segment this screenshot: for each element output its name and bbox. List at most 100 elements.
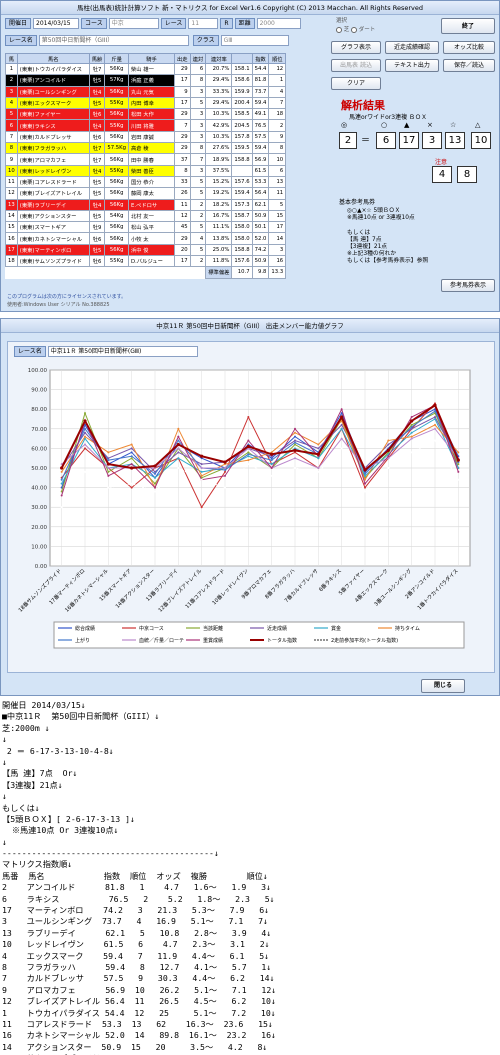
cell-name: (東東)カネトシマーシャル <box>16 232 90 245</box>
answer-box: 6 <box>376 132 396 149</box>
cell-rank: 16 <box>268 255 287 268</box>
data-point <box>107 467 110 469</box>
table-row[interactable]: 5 (東東)ファイヤー 牡6 56Kg 松田 大作 29 3 10.3% 158.5 49.1 18 <box>5 108 287 121</box>
mark-label: ▲ <box>404 121 410 129</box>
ref-line: もしくは【参考馬券表示】参照 <box>347 258 429 265</box>
data-point <box>200 467 203 469</box>
course-select[interactable]: 中京 <box>108 18 159 29</box>
cell-runs: 45 <box>174 221 191 234</box>
cell-rate: 29.4% <box>205 74 233 87</box>
std-value: 10.7 <box>231 266 253 279</box>
cell-kg: 54Kg <box>104 209 129 223</box>
data-point <box>364 486 366 489</box>
cell-age: 牡4 <box>88 119 106 132</box>
odds-button[interactable]: オッズ比較 <box>443 41 495 54</box>
dirt-radio[interactable] <box>351 26 358 33</box>
cell-no: 11 <box>5 175 18 189</box>
data-point <box>224 474 226 477</box>
graph-button[interactable]: グラフ表示 <box>331 41 381 54</box>
table-row[interactable]: 15 (東東)スマートギア 牡9 56Kg 松山 弘平 45 5 11.1% 158.0 50.1… <box>5 221 287 234</box>
y-tick-label: 30.00 <box>31 505 47 511</box>
cell-jockey: 田中 勝春 <box>128 153 175 166</box>
text-line: 【5頭ＢＯＸ】[ 2-6-17-3-13 ]↓ <box>2 813 135 824</box>
cell-age: 牡5 <box>88 187 106 200</box>
data-point <box>294 439 296 442</box>
data-point <box>130 466 134 470</box>
table-row[interactable]: 7 (東東)カルドブレッサ 牡6 56Kg 岩田 康誠 29 3 10.3% 157.8 57.5… <box>5 130 287 144</box>
data-point <box>224 467 226 469</box>
table-row[interactable]: 2 (東栗)アンコイルド 牡5 57Kg 浜庭 正義 17 8 29.4% 158.6 81.8 1 <box>5 74 287 87</box>
class-select[interactable]: GⅢ <box>220 35 289 46</box>
read-horses-button[interactable]: 出馬表 読込 <box>331 59 381 72</box>
close-button[interactable]: 閉じる <box>421 679 465 693</box>
cell-no: 10 <box>5 164 18 177</box>
end-button[interactable]: 終了 <box>441 18 495 34</box>
data-point <box>293 448 297 452</box>
cell-rank: 9 <box>268 130 287 144</box>
recent-button[interactable]: 近走成績確認 <box>385 41 439 54</box>
date-field[interactable]: 2014/03/15 <box>33 18 80 29</box>
text-output-button[interactable]: テキスト出力 <box>385 59 439 72</box>
cell-kg: 55Kg <box>104 164 129 177</box>
cell-kg: 56Kg <box>104 85 129 98</box>
data-point <box>60 470 63 473</box>
cell-age: 牡5 <box>88 175 106 189</box>
table-row[interactable]: 4 (東東)エックスマーク 牡5 55Kg 内田 博幸 17 5 29.4% 200.4 59.4… <box>5 96 287 110</box>
cell-index: 73.7 <box>251 85 270 98</box>
data-point <box>364 490 366 493</box>
cell-name: (東東)フラガラッハ <box>16 142 90 155</box>
table-row[interactable]: 3 (東栗)ユールシンギング 牡4 56Kg 丸山 元気 9 3 33.3% 159.9 73.7… <box>5 85 287 98</box>
cell-kg: 57Kg <box>104 74 129 87</box>
table-row[interactable]: 10 (東東)レッドレイヴン 牡4 55Kg 柴田 善臣 8 3 37.5% 61.5 6 <box>5 164 287 177</box>
ref-show-button[interactable]: 参考馬券表示 <box>441 279 495 292</box>
race-number-select[interactable]: 11 <box>188 18 219 29</box>
table-row[interactable]: 18 (東東)サムソンズプライド 牡6 55Kg D.バルジュー 17 2 11.8% 157.… <box>5 255 287 268</box>
cell-age: 牡6 <box>88 255 106 268</box>
cell-wins: 3 <box>189 164 207 177</box>
text-line: 11 コアレスドラード 53.3 13 62 16.3～ 23.6 15↓ <box>2 1018 273 1029</box>
data-point <box>434 427 436 430</box>
std-row: 標準偏差 10.7 9.8 13.3 <box>6 266 287 279</box>
cell-rate: 16.7% <box>205 209 233 223</box>
horse-table: 馬 馬名 馬齢 斤量 騎手 出走 連対 連対率 指数 順位 1 (東東)トウカイパ… <box>5 53 287 279</box>
cell-rate: 18.9% <box>205 153 233 166</box>
cell-rank: 18 <box>268 108 287 121</box>
y-tick-label: 50.00 <box>31 466 47 472</box>
data-point <box>434 418 436 420</box>
cell-name: (東東)カルドブレッサ <box>16 130 90 144</box>
data-point <box>200 478 203 481</box>
table-row[interactable]: 17 (東東)マーティンボロ 牡5 56Kg 浜中 俊 20 5 25.0% 158.8 74.2… <box>5 243 287 257</box>
cell-rank: 12 <box>268 62 287 76</box>
table-row[interactable]: 14 (東東)アクションスター 牡5 54Kg 北村 友一 12 2 16.7% 158.7 50… <box>5 209 287 223</box>
table-row[interactable]: 9 (東東)アロマカフェ 牡7 56Kg 田中 勝春 37 7 18.9% 158.8 56.9 1… <box>5 153 287 166</box>
text-line: 2 ＝ 6-17-3-13-10-4-8↓ <box>2 745 114 756</box>
distance-select[interactable]: 2000 <box>256 18 301 29</box>
table-row[interactable]: 13 (東栗)ラブリーデイ 牡4 56Kg E.ペドロサ 11 2 18.2% 157.3 62.… <box>5 198 287 211</box>
table-row[interactable]: 6 (東東)ラキシス 牡4 55Kg 川田 将雅 7 3 42.9% 204.5 76.5 2 <box>5 119 287 132</box>
clear-button[interactable]: クリア <box>331 77 381 90</box>
table-row[interactable]: 12 (東東)ブレイズアトレイル 牡5 56Kg 藤岡 康太 26 5 19.2% 159.4 5… <box>5 187 287 200</box>
graph-racename-row: レース名 中京11Ｒ 第50回中日新聞杯(GⅢ) <box>14 346 198 357</box>
data-point <box>247 416 250 419</box>
y-tick-label: 70.00 <box>31 427 47 433</box>
table-row[interactable]: 8 (東東)フラガラッハ 牡7 57.5Kg 高倉 稜 29 8 27.6% 159.5 59.4… <box>5 142 287 155</box>
cell-no: 6 <box>5 119 18 132</box>
cell-index: 59.4 <box>251 142 270 155</box>
cell-age: 牡5 <box>88 209 106 223</box>
y-tick-label: 60.00 <box>31 446 47 452</box>
table-row[interactable]: 1 (東東)トウカイパラダイス 牡7 56Kg 柴山 雄一 29 6 20.7% 158.1 54… <box>5 62 287 76</box>
cell-pct: 200.4 <box>231 96 253 110</box>
save-load-button[interactable]: 保存／読込 <box>443 59 495 72</box>
course-label: コース <box>81 18 107 29</box>
cell-name: (東東)トウカイパラダイス <box>16 62 90 76</box>
data-point <box>247 455 250 458</box>
turf-radio[interactable] <box>336 26 342 33</box>
cell-no: 5 <box>5 108 18 121</box>
table-row[interactable]: 11 (東栗)コアレスドラード 牡5 56Kg 国分 恭介 33 5 15.2% 157.6 53… <box>5 175 287 189</box>
racename-field[interactable]: 第50回中日新聞杯（GIII） <box>38 35 189 46</box>
text-output: 開催日 2014/03/15↓ ■中京11Ｒ 第50回中日新聞杯（GIII）↓ 芝:… <box>0 700 500 1055</box>
table-row[interactable]: 16 (東東)カネトシマーシャル 牡6 56Kg 小牧 太 29 4 13.8% 158.0 52… <box>5 232 287 245</box>
data-point <box>410 451 413 454</box>
cell-wins: 3 <box>189 108 207 121</box>
data-point <box>177 427 180 430</box>
